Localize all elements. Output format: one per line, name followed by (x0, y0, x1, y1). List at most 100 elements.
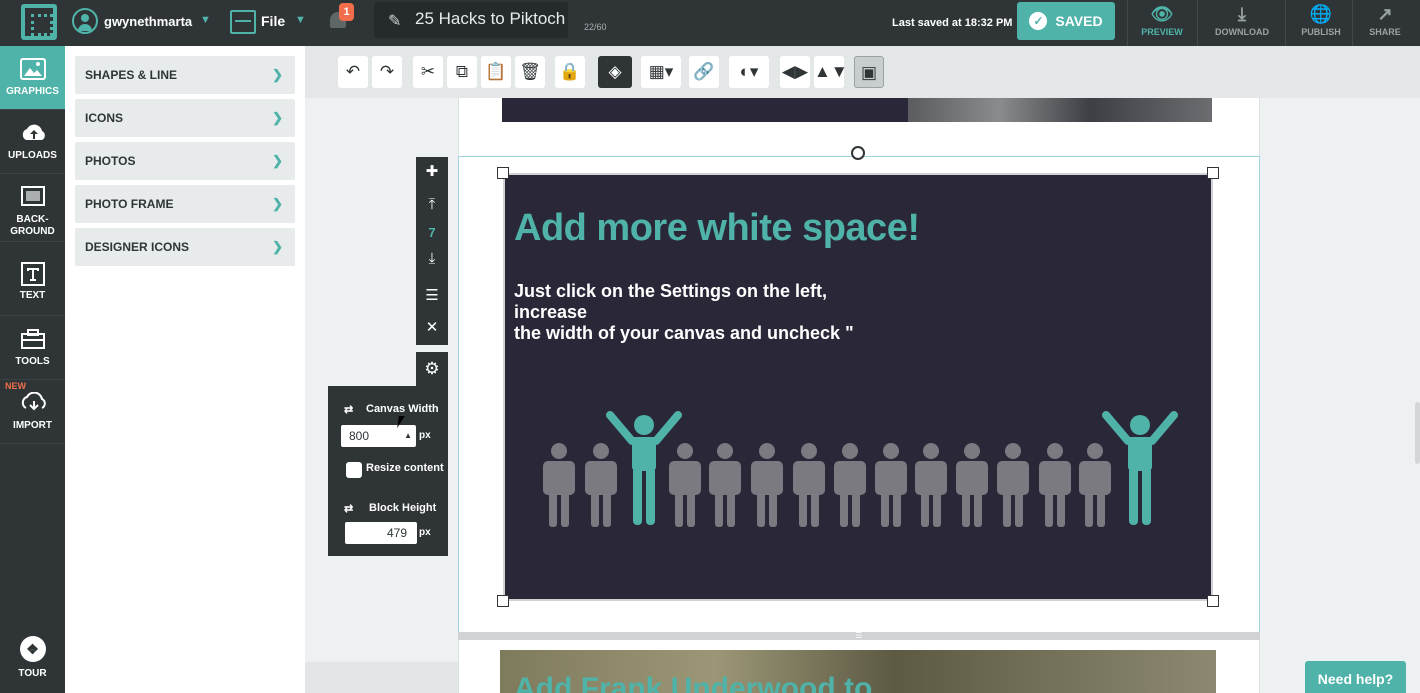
fill-icon[interactable]: ◈ (598, 56, 632, 88)
sidebar-item-text[interactable]: TEXT (0, 252, 65, 316)
need-help-button[interactable]: Need help? (1305, 661, 1406, 693)
selected-content-block[interactable]: Add more white space! Just click on the … (503, 173, 1213, 601)
saved-button[interactable]: ✓ SAVED (1017, 2, 1115, 40)
next-block-headline[interactable]: Add Frank Underwood to (514, 672, 872, 693)
person-figure (1079, 443, 1111, 527)
panel-item-photos[interactable]: PHOTOS ❯ (75, 142, 295, 180)
person-figure (1039, 443, 1071, 527)
scrollbar[interactable] (1415, 402, 1420, 464)
resize-content-checkbox[interactable] (346, 462, 362, 478)
file-menu[interactable]: File (261, 13, 285, 29)
flip-horizontal-icon[interactable]: ◀▶ (780, 56, 810, 88)
chevron-down-icon[interactable]: ▼ (200, 14, 211, 26)
stepper-icon[interactable]: ▲ (404, 425, 412, 447)
canvas-width-label: Canvas Width (366, 403, 439, 415)
panel-item-shapes-line[interactable]: SHAPES & LINE ❯ (75, 56, 295, 94)
signpost-icon: ❖ (19, 636, 46, 662)
link-icon[interactable]: 🔗 (689, 56, 719, 88)
globe-icon: 🌐 (1309, 4, 1333, 24)
panel-pointer (65, 56, 73, 70)
preview-label: PREVIEW (1141, 27, 1183, 37)
transparency-icon[interactable]: ▦▾ (641, 56, 681, 88)
block-height-value: 479 (386, 526, 407, 540)
sidebar-item-graphics[interactable]: GRAPHICS (0, 46, 65, 110)
next-block[interactable]: Add Frank Underwood to (500, 650, 1216, 693)
chevron-right-icon: ❯ (272, 239, 283, 254)
add-block-icon[interactable]: ✚ (416, 157, 448, 187)
move-block-down-icon[interactable]: ⤓ (416, 247, 448, 271)
panel-item-label: ICONS (85, 111, 124, 125)
last-saved-text: Last saved at 18:32 PM (892, 17, 1013, 29)
chevron-right-icon: ❯ (272, 110, 283, 125)
canvas-width-input[interactable]: 800 ▲ (341, 425, 416, 447)
arrange-icon[interactable]: ▣ (854, 56, 884, 88)
edit-toolbar: ↶ ↷ ✂ ⧉ 📋 🗑 🔒 ◈ ▦▾ 🔗 ◐▾ ◀▶ ▲▼ ▣ (305, 46, 1420, 98)
people-illustration[interactable] (503, 173, 1213, 601)
panel-item-label: PHOTOS (85, 154, 136, 168)
publish-button[interactable]: 🌐 PUBLISH (1286, 0, 1356, 46)
sidebar-label: IMPORT (13, 420, 52, 431)
share-button[interactable]: ↗ SHARE (1350, 0, 1420, 46)
block-resize-bar[interactable]: ☰ (458, 632, 1260, 640)
redo-icon[interactable]: ↷ (372, 56, 402, 88)
document-title-field[interactable]: ✎ 25 Hacks to Piktoch (374, 2, 568, 38)
username[interactable]: gwynethmarta (104, 14, 192, 29)
graphics-panel: SHAPES & LINE ❯ ICONS ❯ PHOTOS ❯ PHOTO F… (65, 46, 305, 693)
panel-item-label: DESIGNER ICONS (85, 240, 190, 254)
shape-icon[interactable]: ◐▾ (729, 56, 769, 88)
block-settings-panel: ⇄ Canvas Width 800 ▲ px Resize content ⇄… (328, 386, 448, 556)
block-height-input[interactable]: 479 (345, 522, 417, 544)
lock-icon[interactable]: 🔒 (555, 56, 585, 88)
tour-button[interactable]: ❖ TOUR (0, 636, 65, 679)
file-icon[interactable] (230, 10, 256, 34)
rotate-handle[interactable] (851, 146, 865, 160)
user-avatar-icon[interactable] (72, 8, 98, 34)
file-chevron-down-icon[interactable]: ▼ (295, 14, 306, 26)
duplicate-block-icon[interactable]: ☰ (416, 281, 448, 311)
chevron-right-icon: ❯ (272, 153, 283, 168)
panel-item-photo-frame[interactable]: PHOTO FRAME ❯ (75, 185, 295, 223)
sidebar-label: UPLOADS (8, 150, 57, 161)
delete-icon[interactable]: 🗑 (515, 56, 545, 88)
panel-item-label: PHOTO FRAME (85, 197, 174, 211)
canvas-width-value: 800 (349, 429, 370, 443)
document-title[interactable]: 25 Hacks to Piktoch (415, 9, 565, 29)
preview-button[interactable]: 👁 PREVIEW (1127, 0, 1197, 46)
piktochart-logo[interactable] (21, 4, 57, 40)
sidebar-item-background[interactable]: BACK- GROUND (0, 174, 65, 242)
resize-handle-top-left[interactable] (497, 167, 509, 179)
background-icon (20, 186, 46, 210)
upload-cloud-icon (20, 122, 46, 146)
delete-block-icon[interactable]: ✕ (416, 313, 448, 343)
resize-handle-top-right[interactable] (1207, 167, 1219, 179)
sidebar-item-uploads[interactable]: UPLOADS (0, 110, 65, 174)
download-label: DOWNLOAD (1215, 27, 1269, 37)
panel-item-icons[interactable]: ICONS ❯ (75, 99, 295, 137)
person-figure (793, 443, 825, 527)
title-char-count: 22/60 (584, 22, 607, 32)
paste-icon[interactable]: 📋 (481, 56, 511, 88)
canvas-width-icon: ⇄ (344, 404, 354, 416)
download-icon: ⤓ (1238, 4, 1246, 24)
resize-handle-bottom-right[interactable] (1207, 595, 1219, 607)
move-block-up-icon[interactable]: ⤒ (416, 193, 448, 217)
panel-item-designer-icons[interactable]: DESIGNER ICONS ❯ (75, 228, 295, 266)
divider (1197, 0, 1198, 46)
undo-icon[interactable]: ↶ (338, 56, 368, 88)
left-sidebar: GRAPHICS UPLOADS BACK- GROUND TEXT TOOLS… (0, 46, 65, 693)
sidebar-item-tools[interactable]: TOOLS (0, 316, 65, 380)
sidebar-item-import[interactable]: NEW IMPORT (0, 380, 65, 444)
eye-icon: 👁 (1150, 4, 1174, 24)
block-height-label: Block Height (369, 502, 437, 514)
workspace-band (305, 662, 458, 693)
copy-icon[interactable]: ⧉ (447, 56, 477, 88)
gear-icon[interactable]: ⚙ (416, 352, 448, 386)
person-figure (997, 443, 1029, 527)
cut-icon[interactable]: ✂ (413, 56, 443, 88)
sidebar-label: TEXT (19, 290, 46, 301)
previous-block[interactable] (502, 98, 1212, 122)
resize-handle-bottom-left[interactable] (497, 595, 509, 607)
flip-vertical-icon[interactable]: ▲▼ (814, 56, 848, 88)
download-button[interactable]: ⤓ DOWNLOAD (1207, 0, 1277, 46)
share-label: SHARE (1369, 27, 1401, 37)
